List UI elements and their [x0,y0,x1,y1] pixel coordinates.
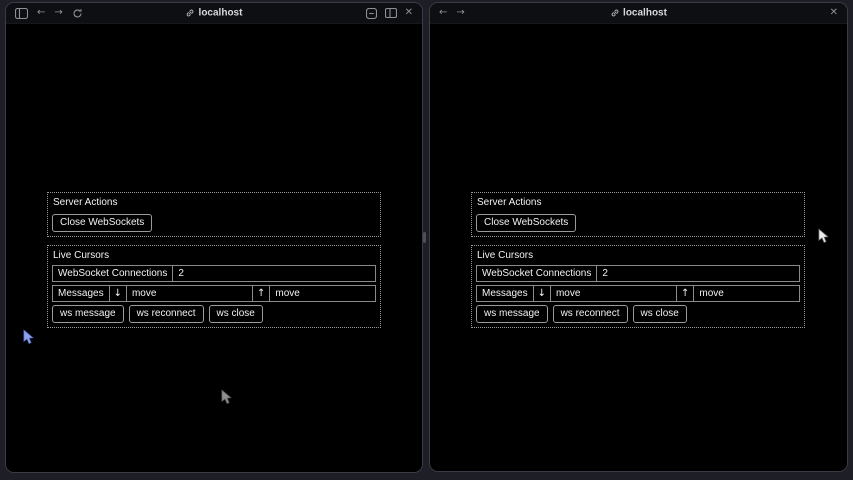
server-actions-group: Server Actions Close WebSockets [471,192,805,237]
forward-icon[interactable]: → [456,8,464,18]
incoming-message-value: move [551,286,677,301]
ws-buttons-row: ws message ws reconnect ws close [52,305,376,323]
page-title: localhost [199,8,243,19]
ws-reconnect-button[interactable]: ws reconnect [553,305,628,323]
controls-panel: Server Actions Close WebSockets Live Cur… [471,192,805,336]
ws-message-button[interactable]: ws message [52,305,124,323]
page-title: localhost [623,8,667,19]
incoming-message-value: move [127,286,253,301]
messages-row: Messages ↓ move ↑ move [52,285,376,302]
controls-panel: Server Actions Close WebSockets Live Cur… [47,192,381,336]
titlebar: ← → localhost ✕ [430,3,847,24]
window-resize-handle[interactable] [423,232,426,243]
arrow-down-icon: ↓ [110,286,127,301]
server-actions-group: Server Actions Close WebSockets [47,192,381,237]
browser-window-left: ← → localhost [5,2,423,473]
ws-close-button[interactable]: ws close [633,305,687,323]
reload-icon[interactable] [72,8,83,19]
ws-buttons-row: ws message ws reconnect ws close [476,305,800,323]
arrow-up-icon: ↑ [677,286,694,301]
connections-value: 2 [597,266,799,281]
titlebar: ← → localhost [6,3,422,24]
tab-overview-icon[interactable] [366,8,377,19]
live-cursors-group: Live Cursors WebSocket Connections 2 Mes… [47,245,381,328]
back-icon[interactable]: ← [37,8,45,18]
connections-label: WebSocket Connections [53,266,173,281]
messages-label: Messages [477,286,534,301]
outgoing-message-value: move [270,286,375,301]
arrow-down-icon: ↓ [534,286,551,301]
ws-message-button[interactable]: ws message [476,305,548,323]
live-cursors-legend: Live Cursors [53,250,376,261]
messages-row: Messages ↓ move ↑ move [476,285,800,302]
page-content: Server Actions Close WebSockets Live Cur… [6,25,422,472]
ws-reconnect-button[interactable]: ws reconnect [129,305,204,323]
browser-window-right: ← → localhost ✕ Server Actions Close Web… [429,2,848,472]
close-icon[interactable]: ✕ [405,8,413,18]
arrow-up-icon: ↑ [253,286,270,301]
address-bar[interactable]: localhost [610,8,667,19]
connections-row: WebSocket Connections 2 [476,265,800,282]
address-bar[interactable]: localhost [186,8,243,19]
messages-label: Messages [53,286,110,301]
link-icon [186,9,195,18]
forward-icon[interactable]: → [54,8,62,18]
live-cursors-legend: Live Cursors [477,250,800,261]
close-icon[interactable]: ✕ [830,8,838,18]
server-actions-legend: Server Actions [477,197,800,208]
close-websockets-button[interactable]: Close WebSockets [476,214,576,232]
back-icon[interactable]: ← [439,8,447,18]
server-actions-legend: Server Actions [53,197,376,208]
connections-row: WebSocket Connections 2 [52,265,376,282]
sidebar-toggle-icon[interactable] [15,8,28,19]
connections-label: WebSocket Connections [477,266,597,281]
link-icon [610,9,619,18]
close-websockets-button[interactable]: Close WebSockets [52,214,152,232]
ws-close-button[interactable]: ws close [209,305,263,323]
split-view-icon[interactable] [385,8,397,18]
page-content: Server Actions Close WebSockets Live Cur… [430,25,847,471]
connections-value: 2 [173,266,375,281]
outgoing-message-value: move [694,286,799,301]
live-cursors-group: Live Cursors WebSocket Connections 2 Mes… [471,245,805,328]
